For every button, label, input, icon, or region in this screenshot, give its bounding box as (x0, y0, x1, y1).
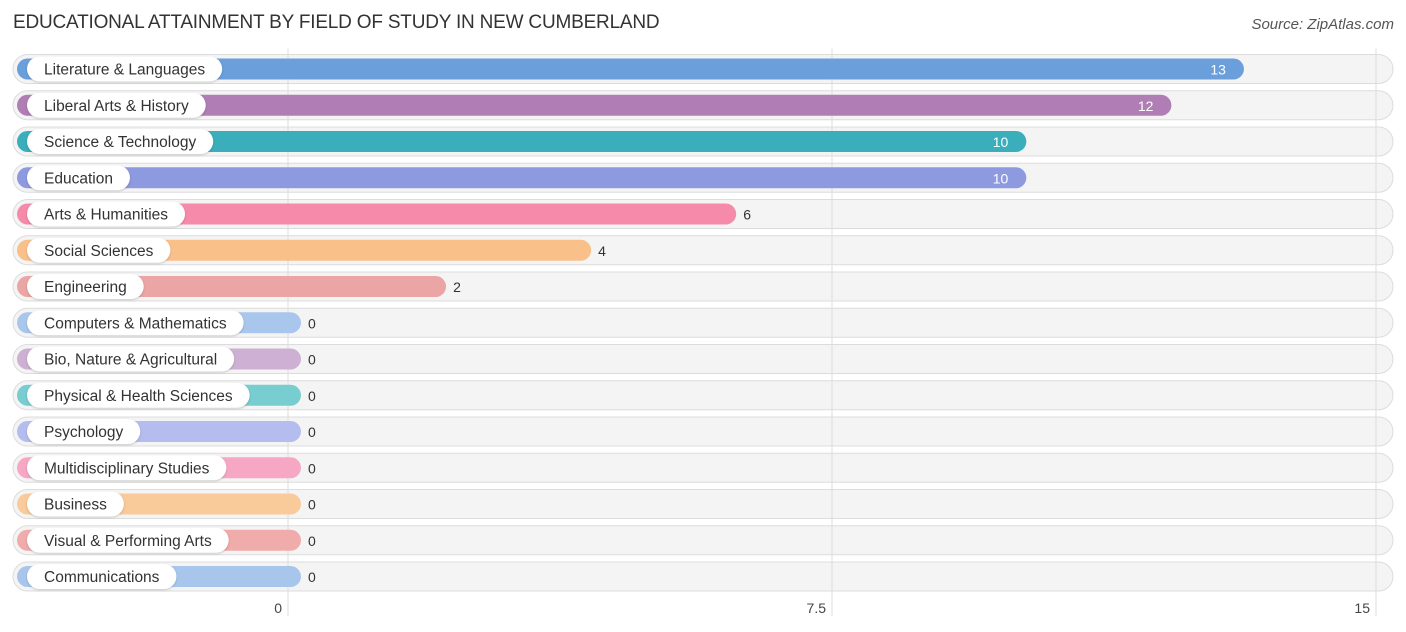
data-label: 0 (308, 388, 316, 404)
bar (17, 167, 1027, 189)
bar-group: Physical & Health Sciences 0 (17, 382, 316, 408)
category-label: Education (44, 170, 113, 187)
category-label: Bio, Nature & Agricultural (44, 352, 217, 369)
category-label: Liberal Arts & History (44, 98, 189, 115)
x-tick-label: 15 (1354, 600, 1370, 616)
bar-group: Education 10 (17, 165, 1027, 191)
bar-group: Visual & Performing Arts 0 (17, 527, 316, 553)
bar-group: Social Sciences 4 (17, 237, 606, 263)
data-label: 0 (308, 315, 316, 331)
data-label: 13 (1210, 62, 1226, 78)
data-label: 10 (993, 170, 1009, 186)
data-label: 6 (743, 207, 751, 223)
data-label: 12 (1138, 98, 1154, 114)
data-label: 10 (993, 134, 1009, 150)
data-label: 0 (308, 497, 316, 513)
category-label: Arts & Humanities (44, 207, 168, 224)
bar-group: Science & Technology 10 (17, 129, 1027, 154)
category-label: Psychology (44, 424, 124, 441)
category-label: Literature & Languages (44, 62, 205, 79)
data-label: 0 (308, 533, 316, 549)
bar-group: Multidisciplinary Studies 0 (17, 455, 316, 481)
bar-group: Liberal Arts & History 12 (17, 92, 1172, 118)
data-label: 0 (308, 569, 316, 585)
x-tick-label: 7.5 (807, 600, 827, 616)
bar-group: Bio, Nature & Agricultural 0 (17, 346, 316, 372)
category-label: Communications (44, 569, 160, 586)
bar-chart: 0 7.5 15 Literature & Languages 13 Liberal A… (12, 48, 1394, 616)
category-label: Multidisciplinary Studies (44, 460, 210, 477)
bar-group: Arts & Humanities 6 (17, 201, 751, 227)
bar-group: Psychology 0 (17, 419, 316, 444)
category-label: Business (44, 497, 107, 514)
x-tick-label: 0 (274, 600, 282, 616)
bar-group: Literature & Languages 13 (17, 56, 1244, 82)
data-label: 4 (598, 243, 606, 259)
data-label: 0 (308, 424, 316, 440)
category-label: Computers & Mathematics (44, 315, 227, 332)
x-axis-ticks: 0 7.5 15 (274, 600, 1370, 616)
category-label: Social Sciences (44, 243, 154, 260)
bar-group: Business 0 (17, 491, 316, 517)
category-label: Science & Technology (44, 134, 196, 151)
data-label: 0 (308, 352, 316, 368)
bar-group: Communications 0 (17, 564, 316, 589)
data-label: 2 (453, 279, 461, 295)
category-label: Physical & Health Sciences (44, 388, 233, 405)
bar-group: Engineering 2 (17, 274, 461, 299)
category-label: Visual & Performing Arts (44, 533, 212, 550)
bar-group: Computers & Mathematics 0 (17, 310, 316, 336)
data-label: 0 (308, 460, 316, 476)
category-label: Engineering (44, 279, 127, 296)
